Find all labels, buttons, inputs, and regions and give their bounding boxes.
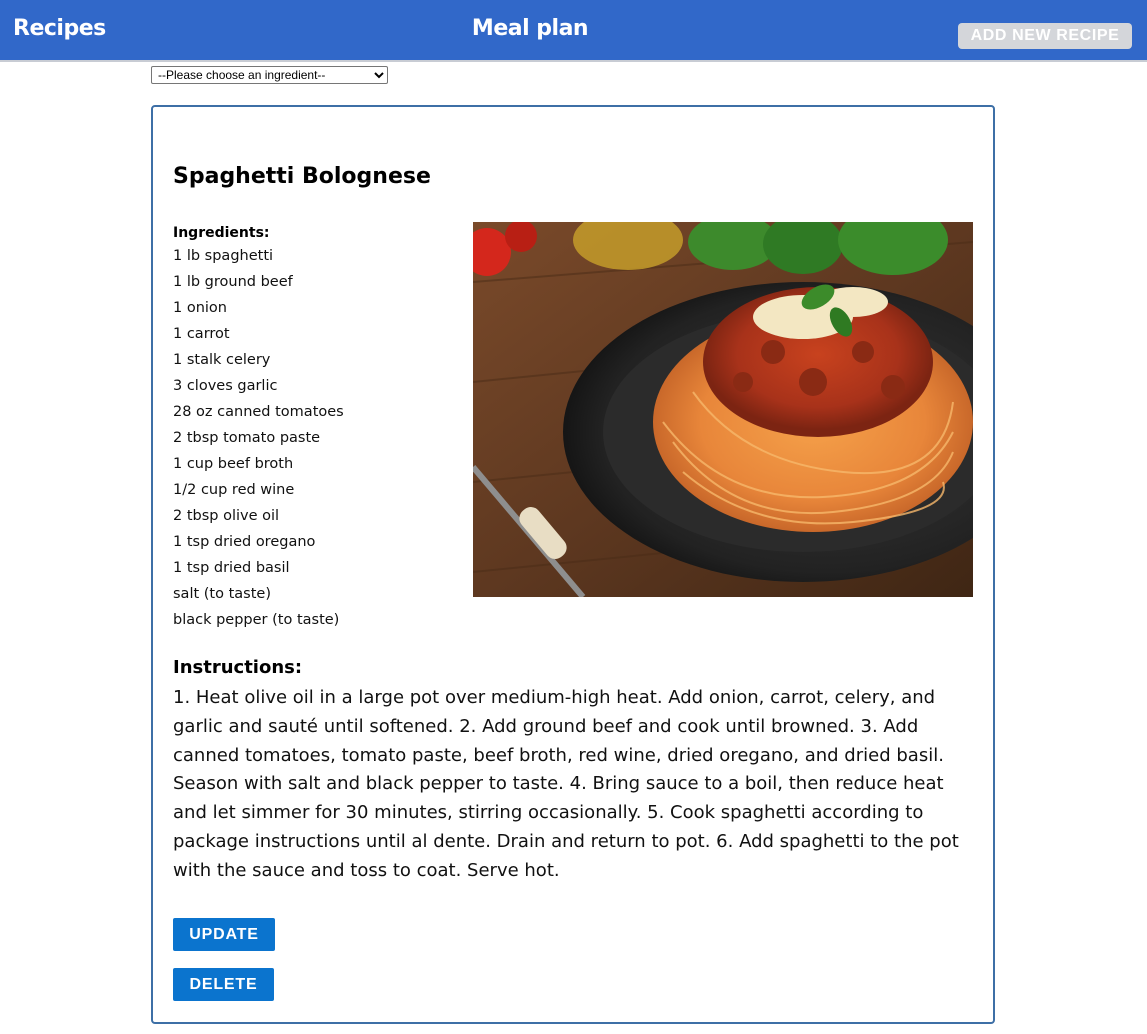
update-button[interactable]: UPDATE — [173, 918, 275, 951]
ingredient-item: 2 tbsp tomato paste — [173, 430, 321, 446]
ingredient-item: 28 oz canned tomatoes — [173, 404, 344, 420]
ingredient-item: 1/2 cup red wine — [173, 482, 295, 498]
ingredients-section: Ingredients: 1 lb spaghetti 1 lb ground … — [173, 223, 463, 633]
ingredient-item: 3 cloves garlic — [173, 378, 278, 394]
top-navbar: Recipes Meal plan ADD NEW RECIPE — [0, 0, 1147, 62]
ingredient-item: 1 tsp dried oregano — [173, 534, 316, 550]
ingredient-item: 1 lb spaghetti — [173, 248, 274, 264]
ingredient-item: salt (to taste) — [173, 586, 271, 602]
delete-button[interactable]: DELETE — [173, 968, 274, 1001]
ingredient-item: black pepper (to taste) — [173, 612, 340, 628]
recipe-title: Spaghetti Bolognese — [173, 164, 431, 189]
instructions-text: 1. Heat olive oil in a large pot over me… — [173, 687, 959, 881]
meal-plan-link[interactable]: Meal plan — [0, 14, 1060, 44]
ingredient-filter-select[interactable]: --Please choose an ingredient-- — [151, 66, 388, 84]
ingredients-heading: Ingredients: — [173, 225, 270, 241]
ingredient-item: 2 tbsp olive oil — [173, 508, 280, 524]
ingredient-item: 1 onion — [173, 300, 227, 316]
ingredient-list: 1 lb spaghetti 1 lb ground beef 1 onion … — [173, 243, 463, 633]
add-new-recipe-button[interactable]: ADD NEW RECIPE — [958, 23, 1132, 49]
instructions-heading: Instructions: — [173, 657, 303, 678]
ingredient-item: 1 cup beef broth — [173, 456, 294, 472]
ingredient-item: 1 carrot — [173, 326, 230, 342]
ingredient-item: 1 stalk celery — [173, 352, 271, 368]
ingredient-item: 1 lb ground beef — [173, 274, 293, 290]
recipe-image — [473, 222, 973, 597]
recipe-card: Spaghetti Bolognese Ingredients: 1 lb sp… — [151, 105, 995, 1024]
spaghetti-photo-illustration — [473, 222, 973, 597]
ingredient-item: 1 tsp dried basil — [173, 560, 290, 576]
